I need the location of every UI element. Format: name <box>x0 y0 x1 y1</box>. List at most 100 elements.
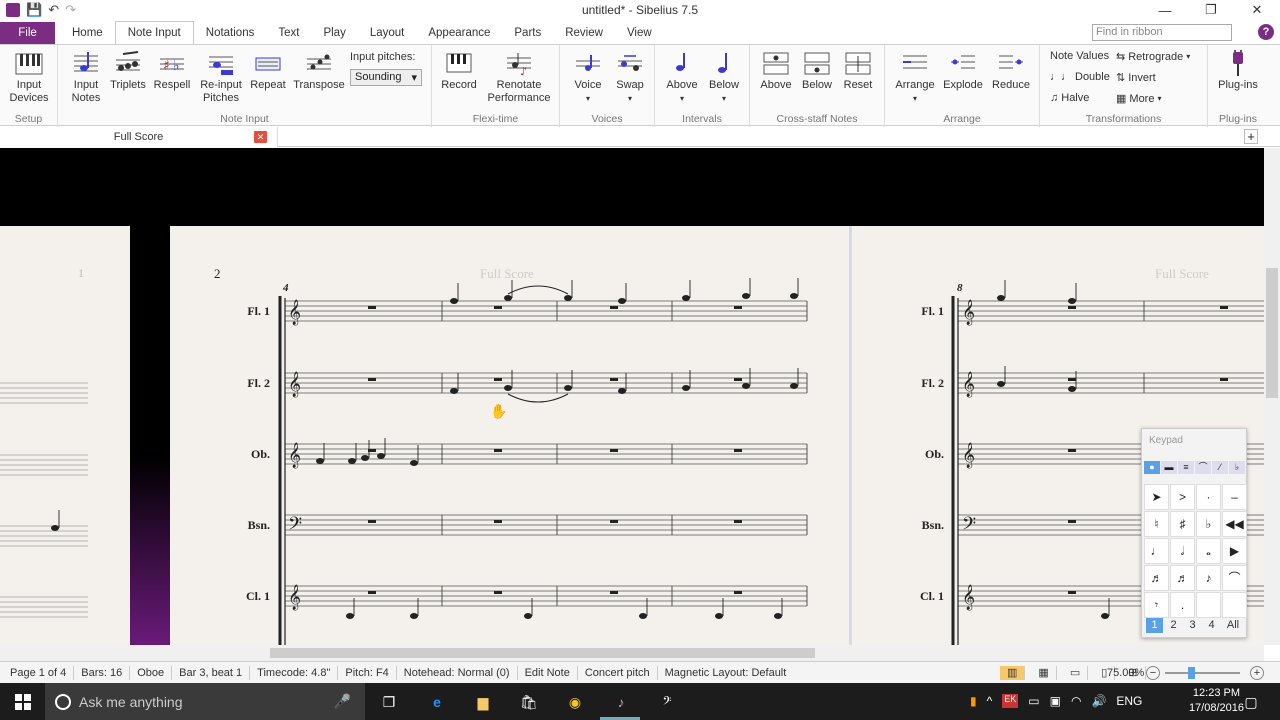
microphone-icon[interactable]: 🎤 <box>334 693 351 710</box>
view-grid-icon[interactable]: ▦ <box>1031 666 1057 680</box>
file-explorer-icon[interactable]: ▆ <box>472 691 494 713</box>
keypad-sharp-icon[interactable]: ♯ <box>1170 511 1195 537</box>
reinput-pitches-button[interactable]: Re-input Pitches <box>198 49 244 105</box>
tab-full-score[interactable]: Full Score ✕ <box>0 127 278 147</box>
voice-button[interactable]: Voice ▾ <box>568 49 608 105</box>
minimize-icon[interactable]: — <box>1142 0 1188 20</box>
reduce-button[interactable]: Reduce <box>989 49 1033 92</box>
tray-ek-icon[interactable]: EK <box>1002 694 1019 708</box>
tab-text[interactable]: Text <box>266 22 311 44</box>
invert-button[interactable]: ⇅ Invert <box>1116 71 1156 85</box>
renotate-performance-button[interactable]: ♪ Renotate Performance <box>484 49 554 105</box>
tab-parts[interactable]: Parts <box>502 22 553 44</box>
keypad-quaver-icon[interactable]: ♪ <box>1196 565 1221 591</box>
more-button[interactable]: ▦ More ▾ <box>1116 92 1161 106</box>
sibelius-taskbar-icon[interactable]: ♪ <box>610 691 632 713</box>
triplets-button[interactable]: Triplets <box>108 49 148 92</box>
keypad-crotchet-icon[interactable]: ♩ <box>1144 538 1169 564</box>
keypad-semibreve-icon[interactable]: 𝅝 <box>1196 538 1221 564</box>
cross-staff-below-button[interactable]: Below <box>796 49 838 92</box>
cortana-search[interactable]: Ask me anything 🎤 <box>45 683 365 720</box>
keypad-tab-slash-icon[interactable]: ⁄ <box>1212 461 1228 474</box>
close-tab-icon[interactable]: ✕ <box>254 131 267 143</box>
input-notes-button[interactable]: Input Notes <box>66 49 106 105</box>
horizontal-scrollbar[interactable] <box>0 645 1264 661</box>
action-center-icon[interactable]: ▢ <box>1240 691 1262 713</box>
keypad-arrow-icon[interactable]: ➤ <box>1144 484 1169 510</box>
interval-above-button[interactable]: Above ▾ <box>661 49 703 105</box>
keypad-layout-4[interactable]: 4 <box>1203 618 1220 633</box>
find-in-ribbon-input[interactable]: Find in ribbon <box>1092 24 1232 41</box>
help-icon[interactable]: ? <box>1258 24 1274 40</box>
halve-button[interactable]: ♫ Halve <box>1050 92 1089 104</box>
keypad-tie-icon[interactable]: ⌒ <box>1222 565 1247 591</box>
plug-ins-button[interactable]: Plug-ins <box>1216 49 1260 92</box>
keypad-semiquaver-icon[interactable]: ♬ <box>1144 565 1169 591</box>
app-taskbar-icon[interactable]: 𝄢 <box>656 691 678 713</box>
tray-wifi-icon[interactable]: ◠ <box>1071 694 1081 708</box>
tab-notations[interactable]: Notations <box>194 22 267 44</box>
tab-file[interactable]: File <box>0 22 55 44</box>
keypad-layout-1[interactable]: 1 <box>1146 618 1163 633</box>
clock[interactable]: 12:23 PM 17/08/2016 <box>1189 686 1244 716</box>
keypad-tab-rests-icon[interactable]: ▬ <box>1161 461 1177 474</box>
keypad-rest-icon[interactable]: 𝄾 <box>1144 592 1169 618</box>
scroll-thumb[interactable] <box>1266 268 1278 398</box>
interval-below-button[interactable]: Below ▾ <box>703 49 745 105</box>
keypad-accent-icon[interactable]: > <box>1170 484 1195 510</box>
input-devices-button[interactable]: Input Devices <box>6 49 52 105</box>
view-panorama-icon[interactable]: ▭ <box>1063 666 1089 680</box>
repeat-button[interactable]: Repeat <box>248 49 288 92</box>
tab-play[interactable]: Play <box>311 22 357 44</box>
keypad-tab-notes-icon[interactable]: ● <box>1144 461 1160 474</box>
zoom-out-icon[interactable]: − <box>1146 666 1160 680</box>
keypad-layout-3[interactable]: 3 <box>1184 618 1201 633</box>
zoom-slider-thumb[interactable] <box>1188 667 1195 679</box>
tab-home[interactable]: Home <box>55 22 115 44</box>
keypad-demisemiquaver-icon[interactable]: ♬ <box>1170 565 1195 591</box>
windows-start-icon[interactable] <box>12 691 34 713</box>
cross-staff-reset-button[interactable]: Reset <box>838 49 878 92</box>
tab-review[interactable]: Review <box>553 22 615 44</box>
hscroll-thumb[interactable] <box>270 648 815 658</box>
retrograde-button[interactable]: ⇆ Retrograde ▾ <box>1116 50 1190 64</box>
tab-note-input[interactable]: Note Input <box>114 21 194 44</box>
tray-battery-icon[interactable]: ▭ <box>1028 694 1039 708</box>
view-spreads-icon[interactable]: ▥ <box>1000 666 1026 680</box>
restore-icon[interactable]: ❐ <box>1188 0 1234 20</box>
double-button[interactable]: ♩♩ Double <box>1050 71 1110 83</box>
keypad-play-icon[interactable]: ▶ <box>1222 538 1247 564</box>
edge-icon[interactable]: e <box>426 691 448 713</box>
tray-language[interactable]: ENG <box>1116 694 1142 708</box>
zoom-slider[interactable] <box>1165 672 1240 674</box>
keypad-layout-all[interactable]: All <box>1222 618 1244 633</box>
chrome-icon[interactable]: ◉ <box>564 691 586 713</box>
keypad-tab-beams-icon[interactable]: ≡ <box>1178 461 1194 474</box>
tab-layout[interactable]: Layout <box>358 22 417 44</box>
keypad-minim-icon[interactable]: 𝅗𝅥 <box>1170 538 1195 564</box>
keypad-rewind-icon[interactable]: ◀◀ <box>1222 511 1247 537</box>
explode-button[interactable]: Explode <box>941 49 985 92</box>
keypad-tab-accidentals-icon[interactable]: ♭ <box>1229 461 1245 474</box>
swap-button[interactable]: Swap ▾ <box>610 49 650 105</box>
keypad-layout-2[interactable]: 2 <box>1165 618 1182 633</box>
store-icon[interactable]: 🛍 <box>518 691 540 713</box>
arrange-button[interactable]: Arrange ▾ <box>893 49 937 105</box>
transpose-button[interactable]: Transpose <box>293 49 345 92</box>
keypad-natural-icon[interactable]: ♮ <box>1144 511 1169 537</box>
close-icon[interactable]: ✕ <box>1234 0 1280 20</box>
zoom-in-icon[interactable]: + <box>1250 666 1264 680</box>
task-view-icon[interactable]: ❐ <box>378 691 400 713</box>
add-tab-icon[interactable]: + <box>1244 129 1258 144</box>
vertical-scrollbar[interactable] <box>1264 148 1280 645</box>
keypad-tenuto-icon[interactable]: – <box>1222 484 1247 510</box>
tray-volume-icon[interactable]: 🔊 <box>1091 694 1106 708</box>
tab-appearance[interactable]: Appearance <box>416 22 502 44</box>
tray-chevron-up-icon[interactable]: ^ <box>987 694 993 708</box>
respell-button[interactable]: ♯ ♭ Respell <box>152 49 192 92</box>
keypad-tab-tremolo-icon[interactable]: ⌒ <box>1195 461 1211 474</box>
tray-app-icon[interactable]: ▮ <box>970 694 977 708</box>
cross-staff-above-button[interactable]: Above <box>756 49 796 92</box>
tray-monitor-icon[interactable]: ▣ <box>1050 694 1061 708</box>
input-pitches-select[interactable]: Sounding ▾ <box>350 69 422 86</box>
